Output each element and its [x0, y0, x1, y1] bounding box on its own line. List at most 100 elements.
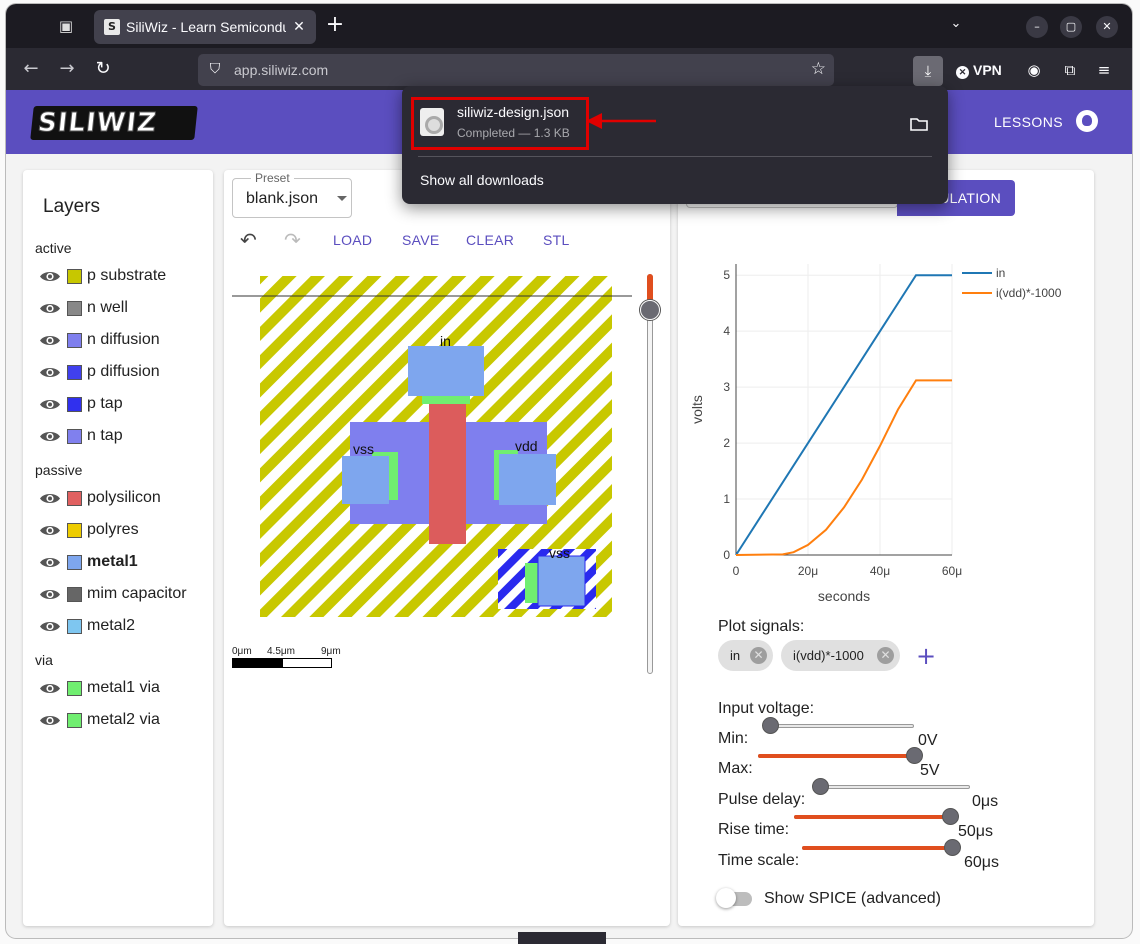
- layer-item[interactable]: polyres: [39, 520, 209, 542]
- add-signal-button[interactable]: +: [916, 642, 936, 670]
- folder-icon[interactable]: [910, 116, 930, 132]
- remove-signal-icon[interactable]: ✕: [877, 647, 894, 664]
- metal1-vdd[interactable]: [499, 454, 556, 505]
- layer-item[interactable]: polysilicon: [39, 488, 209, 510]
- slider-rail[interactable]: [770, 724, 914, 728]
- bookmark-star-icon[interactable]: ☆: [811, 59, 826, 79]
- signal-chip-ivdd[interactable]: i(vdd)*-1000 ✕: [781, 640, 900, 671]
- slider-thumb[interactable]: [812, 778, 829, 795]
- eye-icon[interactable]: [39, 682, 61, 695]
- eye-icon[interactable]: [39, 588, 61, 601]
- eye-icon[interactable]: [39, 524, 61, 537]
- layer-swatch: [67, 301, 82, 316]
- eye-icon[interactable]: [39, 366, 61, 379]
- eye-icon[interactable]: [39, 714, 61, 727]
- layer-name: n tap: [87, 427, 123, 444]
- favicon-icon: S: [104, 19, 120, 35]
- layer-item[interactable]: metal1 via: [39, 678, 209, 700]
- lessons-link[interactable]: LESSONS: [994, 114, 1063, 130]
- x-tick-label: 60μ: [942, 564, 962, 578]
- layout-canvas[interactable]: in vss vdd vss: [232, 270, 668, 680]
- preset-select[interactable]: Preset blank.json: [232, 171, 352, 218]
- reload-icon[interactable]: ↻: [92, 58, 114, 80]
- signal-chip-in[interactable]: in ✕: [718, 640, 773, 671]
- layer-item[interactable]: mim capacitor: [39, 584, 209, 606]
- scale-label-2: 9μm: [321, 646, 341, 657]
- polysilicon-gate[interactable]: [429, 404, 466, 544]
- vpn-label: VPN: [973, 62, 1002, 78]
- downloads-icon[interactable]: ⤓: [913, 56, 943, 86]
- eye-icon[interactable]: [39, 270, 61, 283]
- slider-thumb[interactable]: [942, 808, 959, 825]
- maximize-icon[interactable]: ▢: [1060, 16, 1082, 38]
- clear-button[interactable]: CLEAR: [466, 232, 514, 248]
- x-tick-label: 0: [733, 564, 740, 578]
- undo-icon[interactable]: ↶: [240, 228, 257, 252]
- crosssection-slider-rail[interactable]: [647, 274, 653, 674]
- metal1-vss[interactable]: [342, 456, 389, 504]
- layer-swatch: [67, 619, 82, 634]
- layer-item[interactable]: metal1: [39, 552, 209, 574]
- load-button[interactable]: LOAD: [333, 232, 372, 248]
- tab-list-icon[interactable]: ▣: [56, 16, 76, 36]
- crosssection-slider-thumb[interactable]: [640, 300, 660, 320]
- siliwiz-logo[interactable]: SILIWIZ: [30, 106, 198, 140]
- layer-name: metal2 via: [87, 711, 160, 728]
- url-bar[interactable]: ⛉ app.siliwiz.com ☆: [198, 54, 834, 86]
- control-value: 60μs: [964, 854, 1000, 871]
- minimize-icon[interactable]: –: [1026, 16, 1048, 38]
- show-all-downloads-link[interactable]: Show all downloads: [420, 172, 544, 188]
- layer-item[interactable]: metal2 via: [39, 710, 209, 732]
- annotation-arrow: [586, 113, 656, 129]
- layer-name: p diffusion: [87, 363, 160, 380]
- eye-icon[interactable]: [39, 334, 61, 347]
- eye-icon[interactable]: [39, 492, 61, 505]
- shield-icon[interactable]: ⛉: [206, 60, 224, 78]
- save-button[interactable]: SAVE: [402, 232, 440, 248]
- scale-label-0: 0μm: [232, 646, 252, 657]
- metal1-in[interactable]: [408, 346, 484, 396]
- eye-icon[interactable]: [39, 620, 61, 633]
- layer-item[interactable]: n well: [39, 298, 209, 320]
- layer-item[interactable]: p substrate: [39, 266, 209, 288]
- plot-signals-label: Plot signals:: [718, 618, 805, 635]
- eye-icon[interactable]: [39, 302, 61, 315]
- eye-icon[interactable]: [39, 398, 61, 411]
- tab-close-icon[interactable]: ✕: [290, 18, 308, 36]
- via-tap[interactable]: [525, 563, 539, 603]
- github-icon[interactable]: [1076, 110, 1098, 132]
- vpn-off-icon: ✕: [956, 66, 969, 79]
- back-icon[interactable]: ←: [20, 58, 42, 80]
- scale-bar-black: [232, 658, 282, 668]
- layer-item[interactable]: p tap: [39, 394, 209, 416]
- spice-toggle-thumb[interactable]: [716, 888, 736, 908]
- new-tab-icon[interactable]: +: [324, 14, 346, 37]
- layer-swatch: [67, 397, 82, 412]
- layer-item[interactable]: p diffusion: [39, 362, 209, 384]
- slider-rail[interactable]: [820, 785, 970, 789]
- slider-fill: [758, 754, 914, 758]
- layer-item[interactable]: metal2: [39, 616, 209, 638]
- control-label: Rise time:: [718, 821, 790, 838]
- vpn-button[interactable]: ✕ VPN: [956, 62, 1002, 79]
- label-vss-tap: vss: [549, 545, 570, 561]
- slider-thumb[interactable]: [944, 839, 962, 856]
- simulation-chart[interactable]: 0 1 2 3 4 5 0 20μ 40μ 60μ seconds volts in i(vdd)*-10…: [678, 260, 1088, 620]
- forward-icon[interactable]: →: [56, 58, 78, 80]
- eye-icon[interactable]: [39, 556, 61, 569]
- via-in[interactable]: [422, 396, 470, 404]
- stl-button[interactable]: STL: [543, 232, 570, 248]
- layer-item[interactable]: n diffusion: [39, 330, 209, 352]
- account-icon[interactable]: ◉: [1024, 60, 1044, 80]
- extensions-icon[interactable]: ⧉: [1060, 60, 1080, 80]
- window-close-icon[interactable]: ✕: [1096, 16, 1118, 38]
- layer-item[interactable]: n tap: [39, 426, 209, 448]
- menu-icon[interactable]: ≡: [1094, 60, 1114, 80]
- remove-signal-icon[interactable]: ✕: [750, 647, 767, 664]
- chevron-down-icon[interactable]: ⌄: [946, 16, 966, 36]
- slider-thumb[interactable]: [762, 717, 779, 734]
- eye-icon[interactable]: [39, 430, 61, 443]
- metal1-tap[interactable]: [537, 555, 586, 607]
- url-text[interactable]: app.siliwiz.com: [234, 62, 328, 78]
- tab-active[interactable]: S SiliWiz - Learn Semiconductor ✕: [94, 10, 316, 44]
